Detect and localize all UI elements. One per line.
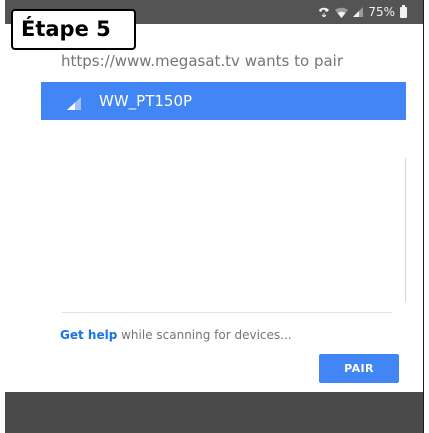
wifi-icon	[335, 7, 349, 18]
help-text: while scanning for devices...	[117, 328, 292, 342]
device-item-selected[interactable]: WW_PT150P	[41, 82, 406, 120]
dialog-title: https://www.megasat.tv wants to pair	[61, 52, 344, 70]
battery-percent: 75%	[368, 5, 395, 19]
navigation-bar	[5, 392, 423, 433]
signal-strength-icon	[67, 95, 81, 114]
phone-screen: 75% https://www.megasat.tv wants to pair…	[5, 0, 423, 433]
step-badge: Étape 5	[11, 9, 136, 50]
cell-signal-icon	[353, 7, 364, 17]
device-name: WW_PT150P	[99, 92, 193, 110]
battery-icon	[400, 4, 407, 18]
device-list-scrollbar[interactable]	[405, 158, 410, 302]
dialog-divider	[62, 312, 392, 313]
step-label: Étape 5	[21, 17, 111, 41]
status-icons: 75%	[318, 4, 407, 19]
help-line: Get help while scanning for devices...	[60, 328, 292, 342]
get-help-link[interactable]: Get help	[60, 328, 117, 342]
frame-border-right	[423, 0, 424, 433]
pair-button[interactable]: PAIR	[319, 354, 399, 383]
call-forward-icon	[318, 7, 330, 17]
